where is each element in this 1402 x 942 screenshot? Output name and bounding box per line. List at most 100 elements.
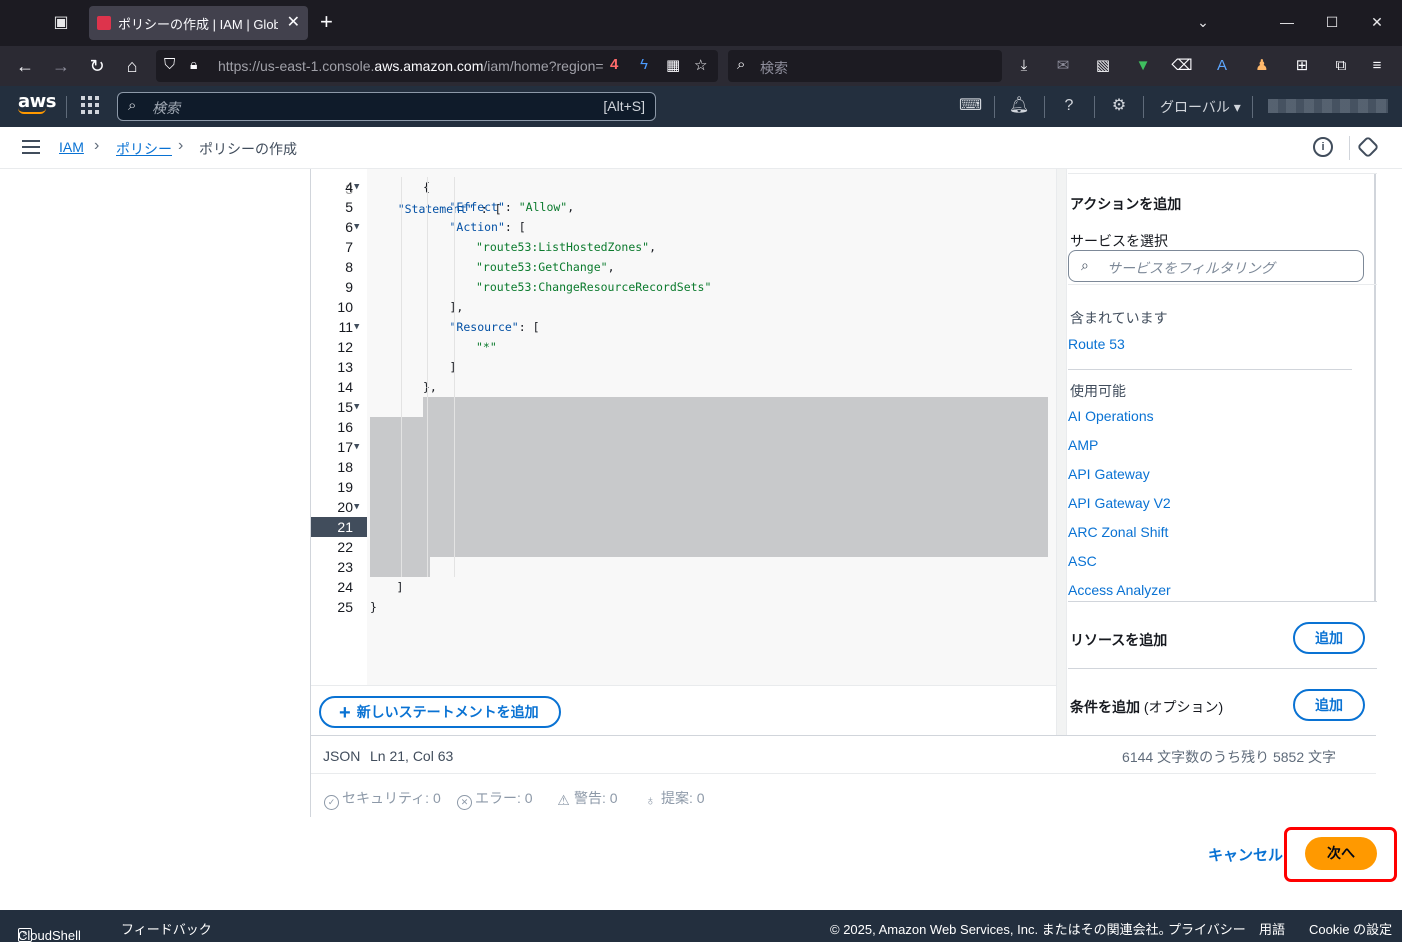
mail-icon[interactable]: ✉ <box>1052 55 1074 77</box>
code-line[interactable]: 11 ▼ "Resource": [ <box>311 317 1056 337</box>
bookmark-star-icon[interactable]: ☆ <box>694 56 707 74</box>
privacy-link[interactable]: プライバシー <box>1168 919 1246 938</box>
cancel-button[interactable]: キャンセル <box>1208 844 1283 865</box>
browser-tab-active[interactable]: ポリシーの作成 | IAM | Global ✕ <box>89 6 308 40</box>
code-line[interactable]: 24] <box>311 577 1056 597</box>
code-line[interactable]: 13] <box>311 357 1056 377</box>
cloudshell-icon[interactable]: ⌨ <box>959 95 982 117</box>
code-line[interactable]: 25} <box>311 597 1056 617</box>
service-filter-input[interactable]: ⌕ サービスをフィルタリング <box>1068 250 1364 282</box>
code-line[interactable]: 8 "route53:GetChange", <box>311 257 1056 277</box>
copyright-text: © 2025, Amazon Web Services, Inc. またはその関… <box>830 922 1172 937</box>
maximize-icon[interactable]: ☐ <box>1322 12 1342 32</box>
extension-pattern-icon[interactable]: ▧ <box>1092 55 1114 77</box>
fold-toggle-icon[interactable]: ▼ <box>354 397 359 417</box>
line-number: 20 <box>337 499 353 515</box>
add-condition-button[interactable]: 追加 <box>1293 689 1365 721</box>
fold-toggle-icon[interactable]: ▼ <box>354 177 359 197</box>
breadcrumb-iam[interactable]: IAM <box>59 139 84 155</box>
tab-close-icon[interactable]: ✕ <box>287 13 300 33</box>
code-line[interactable]: 10], <box>311 297 1056 317</box>
terms-link[interactable]: 用語 <box>1259 919 1285 938</box>
green-download-extension-icon[interactable]: ▼ <box>1132 55 1154 77</box>
line-number: 18 <box>337 459 353 475</box>
account-menu[interactable] <box>1268 99 1388 113</box>
service-item-included[interactable]: Route 53 <box>1068 336 1125 352</box>
line-number: 8 <box>345 259 353 275</box>
shield-icon[interactable]: ⛉ <box>164 56 175 73</box>
code-line[interactable]: 9 "route53:ChangeResourceRecordSets" <box>311 277 1056 297</box>
code-line[interactable]: 7 "route53:ListHostedZones", <box>311 237 1056 257</box>
menu-icon[interactable]: ≡ <box>1366 55 1388 77</box>
qr-code-icon[interactable]: ▦ <box>666 56 680 74</box>
security-count[interactable]: ✓ セキュリティ: 0 <box>324 788 441 810</box>
code-line[interactable]: 14}, <box>311 377 1056 397</box>
browser-search-bar[interactable]: ⌕ 検索 <box>728 50 1002 82</box>
download-icon[interactable]: ⤓ <box>1013 55 1035 77</box>
json-code-editor[interactable]: 3 "Statement" : [ 4▼{5"Effect": "Allow",… <box>311 169 1056 685</box>
hamburger-menu-icon[interactable] <box>22 140 40 154</box>
fold-toggle-icon[interactable]: ▼ <box>354 317 359 337</box>
code-line[interactable]: 6 ▼ "Action": [ <box>311 217 1056 237</box>
code-line[interactable]: 5 "Effect": "Allow", <box>311 197 1056 217</box>
lock-icon[interactable]: 🔒︎ <box>190 56 197 73</box>
service-item[interactable]: AI Operations <box>1068 408 1154 424</box>
fold-toggle-icon[interactable]: ▼ <box>354 497 359 517</box>
extension-figure-icon[interactable]: ♟ <box>1251 55 1273 77</box>
breadcrumb-policies[interactable]: ポリシー <box>116 139 172 159</box>
services-grid-icon[interactable] <box>81 96 101 116</box>
gear-icon[interactable]: ⚙ <box>1108 95 1130 117</box>
puzzle-icon[interactable]: ⧉ <box>1330 55 1352 77</box>
fold-toggle-icon[interactable]: ▼ <box>354 217 359 237</box>
code-line[interactable]: 12 "*" <box>311 337 1056 357</box>
close-window-icon[interactable]: ✕ <box>1367 12 1387 32</box>
feature-notification-icon[interactable] <box>1356 135 1380 159</box>
service-list-divider <box>1068 369 1352 370</box>
aws-search-input[interactable]: ⌕ 検索 [Alt+S] <box>117 92 656 121</box>
tab-list-icon[interactable]: ▣ <box>50 12 72 34</box>
region-selector[interactable]: グローバル ▾ <box>1160 97 1241 117</box>
service-item[interactable]: ARC Zonal Shift <box>1068 524 1168 540</box>
next-button[interactable]: 次へ <box>1305 837 1377 870</box>
new-tab-icon[interactable]: + <box>320 11 333 33</box>
bolt-extension-icon[interactable]: ϟ <box>640 56 648 73</box>
trash-icon[interactable]: ⌫ <box>1171 55 1193 77</box>
add-statement-button[interactable]: + 新しいステートメントを追加 <box>319 696 561 728</box>
tab-overflow-chevron-icon[interactable]: ⌄ <box>1193 12 1213 32</box>
help-icon[interactable]: ? <box>1058 95 1080 117</box>
included-label: 含まれています <box>1070 310 1168 326</box>
error-count[interactable]: ✕ エラー: 0 <box>457 788 533 810</box>
service-item[interactable]: AMP <box>1068 437 1098 453</box>
reload-icon[interactable]: ↻ <box>85 54 109 78</box>
aws-logo[interactable]: aws <box>18 91 57 114</box>
code-line[interactable]: 4▼{ <box>311 177 1056 197</box>
line-number: 5 <box>345 199 353 215</box>
forward-icon[interactable]: → <box>49 54 73 78</box>
service-item[interactable]: API Gateway <box>1068 466 1150 482</box>
service-item[interactable]: Access Analyzer <box>1068 582 1171 598</box>
service-item[interactable]: API Gateway V2 <box>1068 495 1171 511</box>
home-icon[interactable]: ⌂ <box>120 54 144 78</box>
extensions-grid-icon[interactable]: ⊞ <box>1291 55 1313 77</box>
add-condition-section: 条件を追加 (オプション) 追加 <box>1068 668 1377 735</box>
line-number: 14 <box>337 379 353 395</box>
info-icon[interactable]: i <box>1313 137 1333 157</box>
service-item[interactable]: ASC <box>1068 553 1097 569</box>
translate-extension-icon[interactable]: 4 <box>610 56 618 73</box>
translate-icon[interactable]: A <box>1211 55 1233 77</box>
line-number: 24 <box>337 579 353 595</box>
minimize-icon[interactable]: — <box>1277 12 1297 32</box>
bell-icon[interactable]: 🔔︎ <box>1008 95 1030 117</box>
back-icon[interactable]: ← <box>13 54 37 78</box>
panel-resize-handle[interactable] <box>1057 169 1067 735</box>
add-resource-button[interactable]: 追加 <box>1293 622 1365 654</box>
plus-icon: + <box>339 702 351 724</box>
url-text[interactable]: https://us-east-1.console.aws.amazon.com… <box>218 58 608 74</box>
feedback-link[interactable]: フィードバック <box>121 919 212 938</box>
suggestion-count[interactable]: ♁ 提案: 0 <box>643 788 704 809</box>
warning-count[interactable]: ⚠ 警告: 0 <box>556 788 617 809</box>
url-bar[interactable]: ⛉ 🔒︎ https://us-east-1.console.aws.amazo… <box>156 50 718 82</box>
fold-toggle-icon[interactable]: ▼ <box>354 437 359 457</box>
line-number: 4 <box>345 179 353 195</box>
cookie-settings-link[interactable]: Cookie の設定 <box>1309 919 1392 938</box>
